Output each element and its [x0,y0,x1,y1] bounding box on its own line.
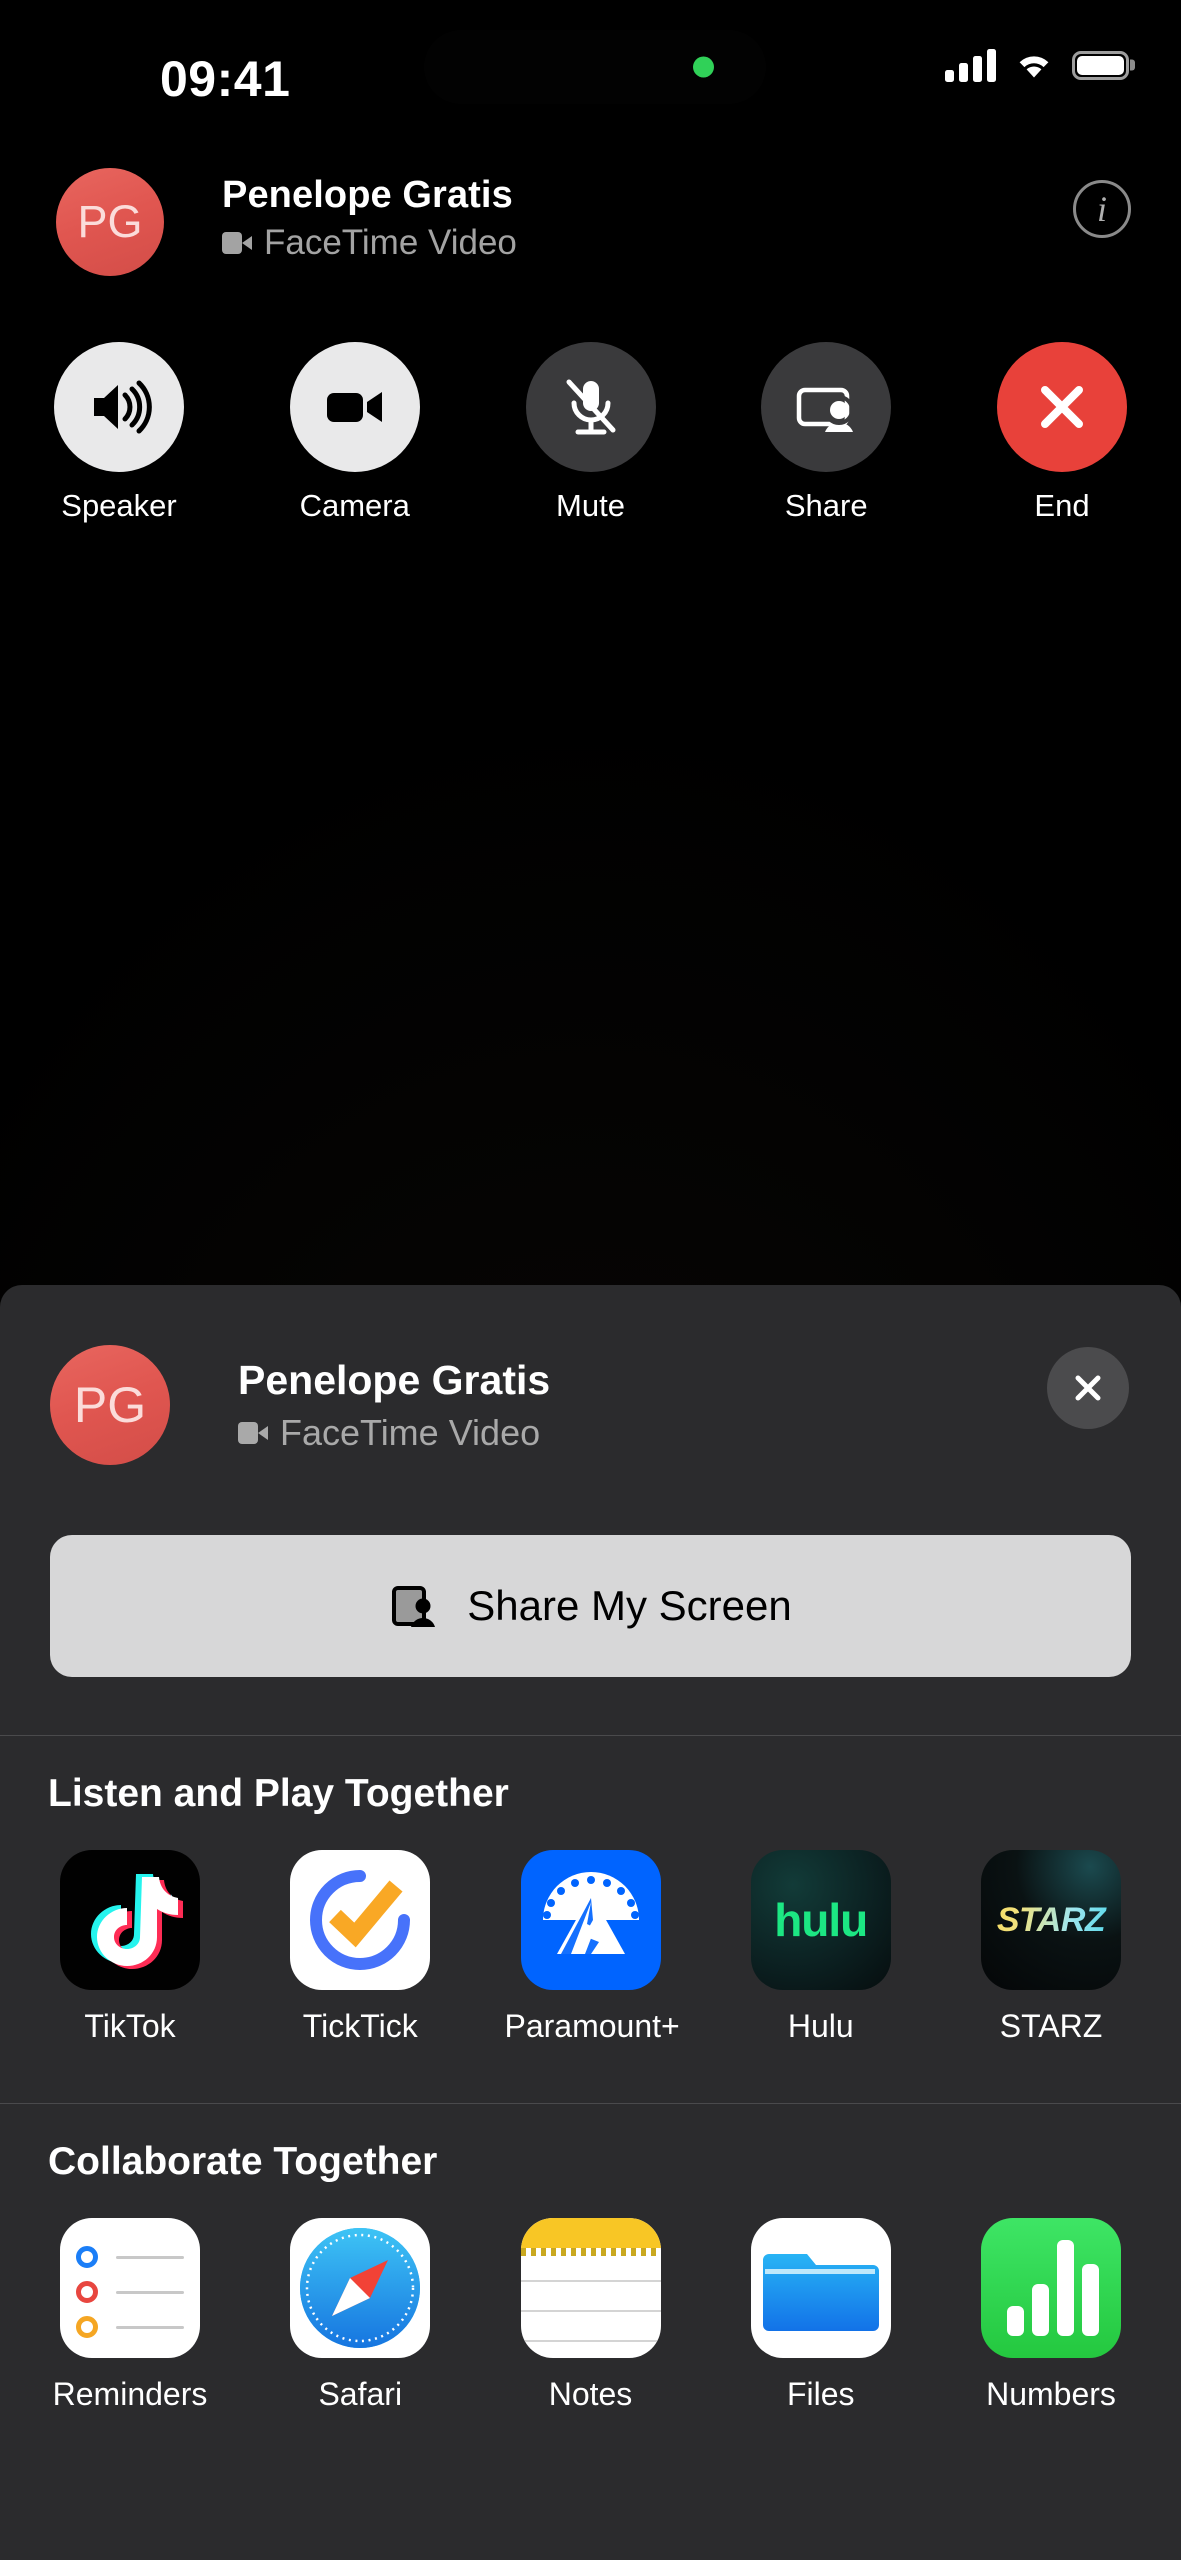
control-share[interactable]: Share [755,342,897,524]
app-label: Files [786,2376,855,2412]
video-camera-icon [326,392,382,422]
caller-info: Penelope Gratis FaceTime Video [222,174,517,263]
app-item-paramount-plus[interactable]: Paramount+ [504,1850,680,2045]
reminders-app-icon [60,2218,200,2358]
screen-share-person-icon [797,387,855,432]
screen-share-person-icon [392,1586,436,1627]
control-mute[interactable]: Mute [520,342,662,524]
section-title: Listen and Play Together [48,1772,509,1815]
call-controls: Speaker Camera Mute Share End [0,342,1181,524]
section-collaborate: Collaborate Together Reminders Safari No… [0,2140,1181,2413]
status-bar-time: 09:41 [160,51,291,107]
section-title: Collaborate Together [48,2140,438,2183]
avatar: PG [56,168,164,276]
call-type-row: FaceTime Video [222,223,517,263]
control-camera[interactable]: Camera [284,342,426,524]
app-item-starz[interactable]: STARZ STARZ [965,1850,1137,2045]
app-label: STARZ [999,2008,1103,2044]
safari-app-icon [290,2218,431,2358]
app-row: Reminders Safari Notes Files Numbers [44,2218,1137,2413]
control-speaker[interactable]: Speaker [48,342,190,524]
call-type-label: FaceTime Video [264,223,517,262]
status-bar-indicators [945,48,1129,82]
wifi-icon [1019,56,1049,78]
app-item-files[interactable]: Files [735,2218,907,2413]
avatar: PG [50,1345,170,1465]
app-label: Safari [318,2376,403,2412]
video-camera-icon [238,1422,268,1444]
starz-app-icon: STARZ [981,1850,1121,1990]
numbers-app-icon [981,2218,1121,2358]
app-label: Paramount+ [504,2008,680,2044]
app-item-ticktick[interactable]: TickTick [274,1850,446,2045]
app-item-tiktok[interactable]: TikTok [44,1850,216,2045]
call-type-row: FaceTime Video [238,1412,550,1454]
app-item-safari[interactable]: Safari [274,2218,446,2413]
camera-button[interactable] [289,342,420,472]
video-camera-icon [222,232,252,254]
app-item-hulu[interactable]: hulu Hulu [735,1850,907,2045]
status-bar: 09:41 [0,0,1181,130]
control-label: Speaker [61,488,177,523]
section-divider [0,1735,1181,1736]
sheet-caller-info: Penelope Gratis FaceTime Video [238,1357,550,1454]
close-x-icon [1075,1375,1101,1401]
caller-name: Penelope Gratis [222,174,513,216]
shareplay-sheet: PG Penelope Gratis FaceTime Video Share … [0,1285,1181,2560]
dynamic-island [424,30,766,104]
cellular-bars-icon [945,48,996,82]
app-row: TikTok TickTick Paramount+ hulu Hulu STA… [44,1850,1137,2045]
paramount-plus-app-icon [520,1850,661,1990]
app-item-reminders[interactable]: Reminders [44,2218,216,2413]
camera-active-indicator-icon [693,56,714,78]
app-label: Hulu [787,2008,854,2044]
section-divider [0,2103,1181,2104]
files-app-icon [750,2218,891,2358]
speaker-waves-icon [94,380,152,434]
hulu-wordmark: hulu [774,1894,868,1946]
control-end[interactable]: End [991,342,1133,524]
starz-wordmark: STARZ [981,1850,1121,1990]
close-x-icon [1041,386,1083,428]
app-label: Numbers [986,2376,1116,2412]
app-label: TikTok [84,2008,176,2044]
notes-app-icon [520,2218,661,2358]
caller-name: Penelope Gratis [238,1357,551,1403]
share-my-screen-button[interactable]: Share My Screen [50,1535,1131,1677]
control-label: Share [784,488,868,523]
mute-button[interactable] [525,342,656,472]
tiktok-app-icon [60,1850,200,1990]
battery-full-icon [1072,50,1129,80]
app-label: Notes [548,2376,633,2412]
control-label: End [1034,488,1090,523]
app-label: TickTick [302,2008,418,2044]
control-label: Camera [299,488,410,523]
facetime-call-screen: 09:41 PG Penelope Gratis FaceTime Video [0,0,1181,2560]
app-item-numbers[interactable]: Numbers [965,2218,1137,2413]
app-item-notes[interactable]: Notes [505,2218,677,2413]
sheet-header: PG Penelope Gratis FaceTime Video [0,1285,1181,1535]
microphone-slash-icon [566,379,615,435]
info-button[interactable]: i [1073,180,1131,238]
ticktick-app-icon [290,1850,431,1990]
app-label: Reminders [52,2376,208,2412]
hulu-app-icon: hulu [750,1850,891,1990]
call-type-label: FaceTime Video [280,1412,541,1453]
section-listen-and-play: Listen and Play Together TikTok TickTick… [0,1772,1181,2045]
call-caller-header: PG Penelope Gratis FaceTime Video i [0,168,1181,288]
share-my-screen-label: Share My Screen [467,1582,792,1629]
share-button[interactable] [761,342,892,472]
control-label: Mute [556,488,625,523]
close-sheet-button[interactable] [1047,1347,1129,1429]
end-call-button[interactable] [997,342,1127,472]
speaker-button[interactable] [54,342,184,472]
